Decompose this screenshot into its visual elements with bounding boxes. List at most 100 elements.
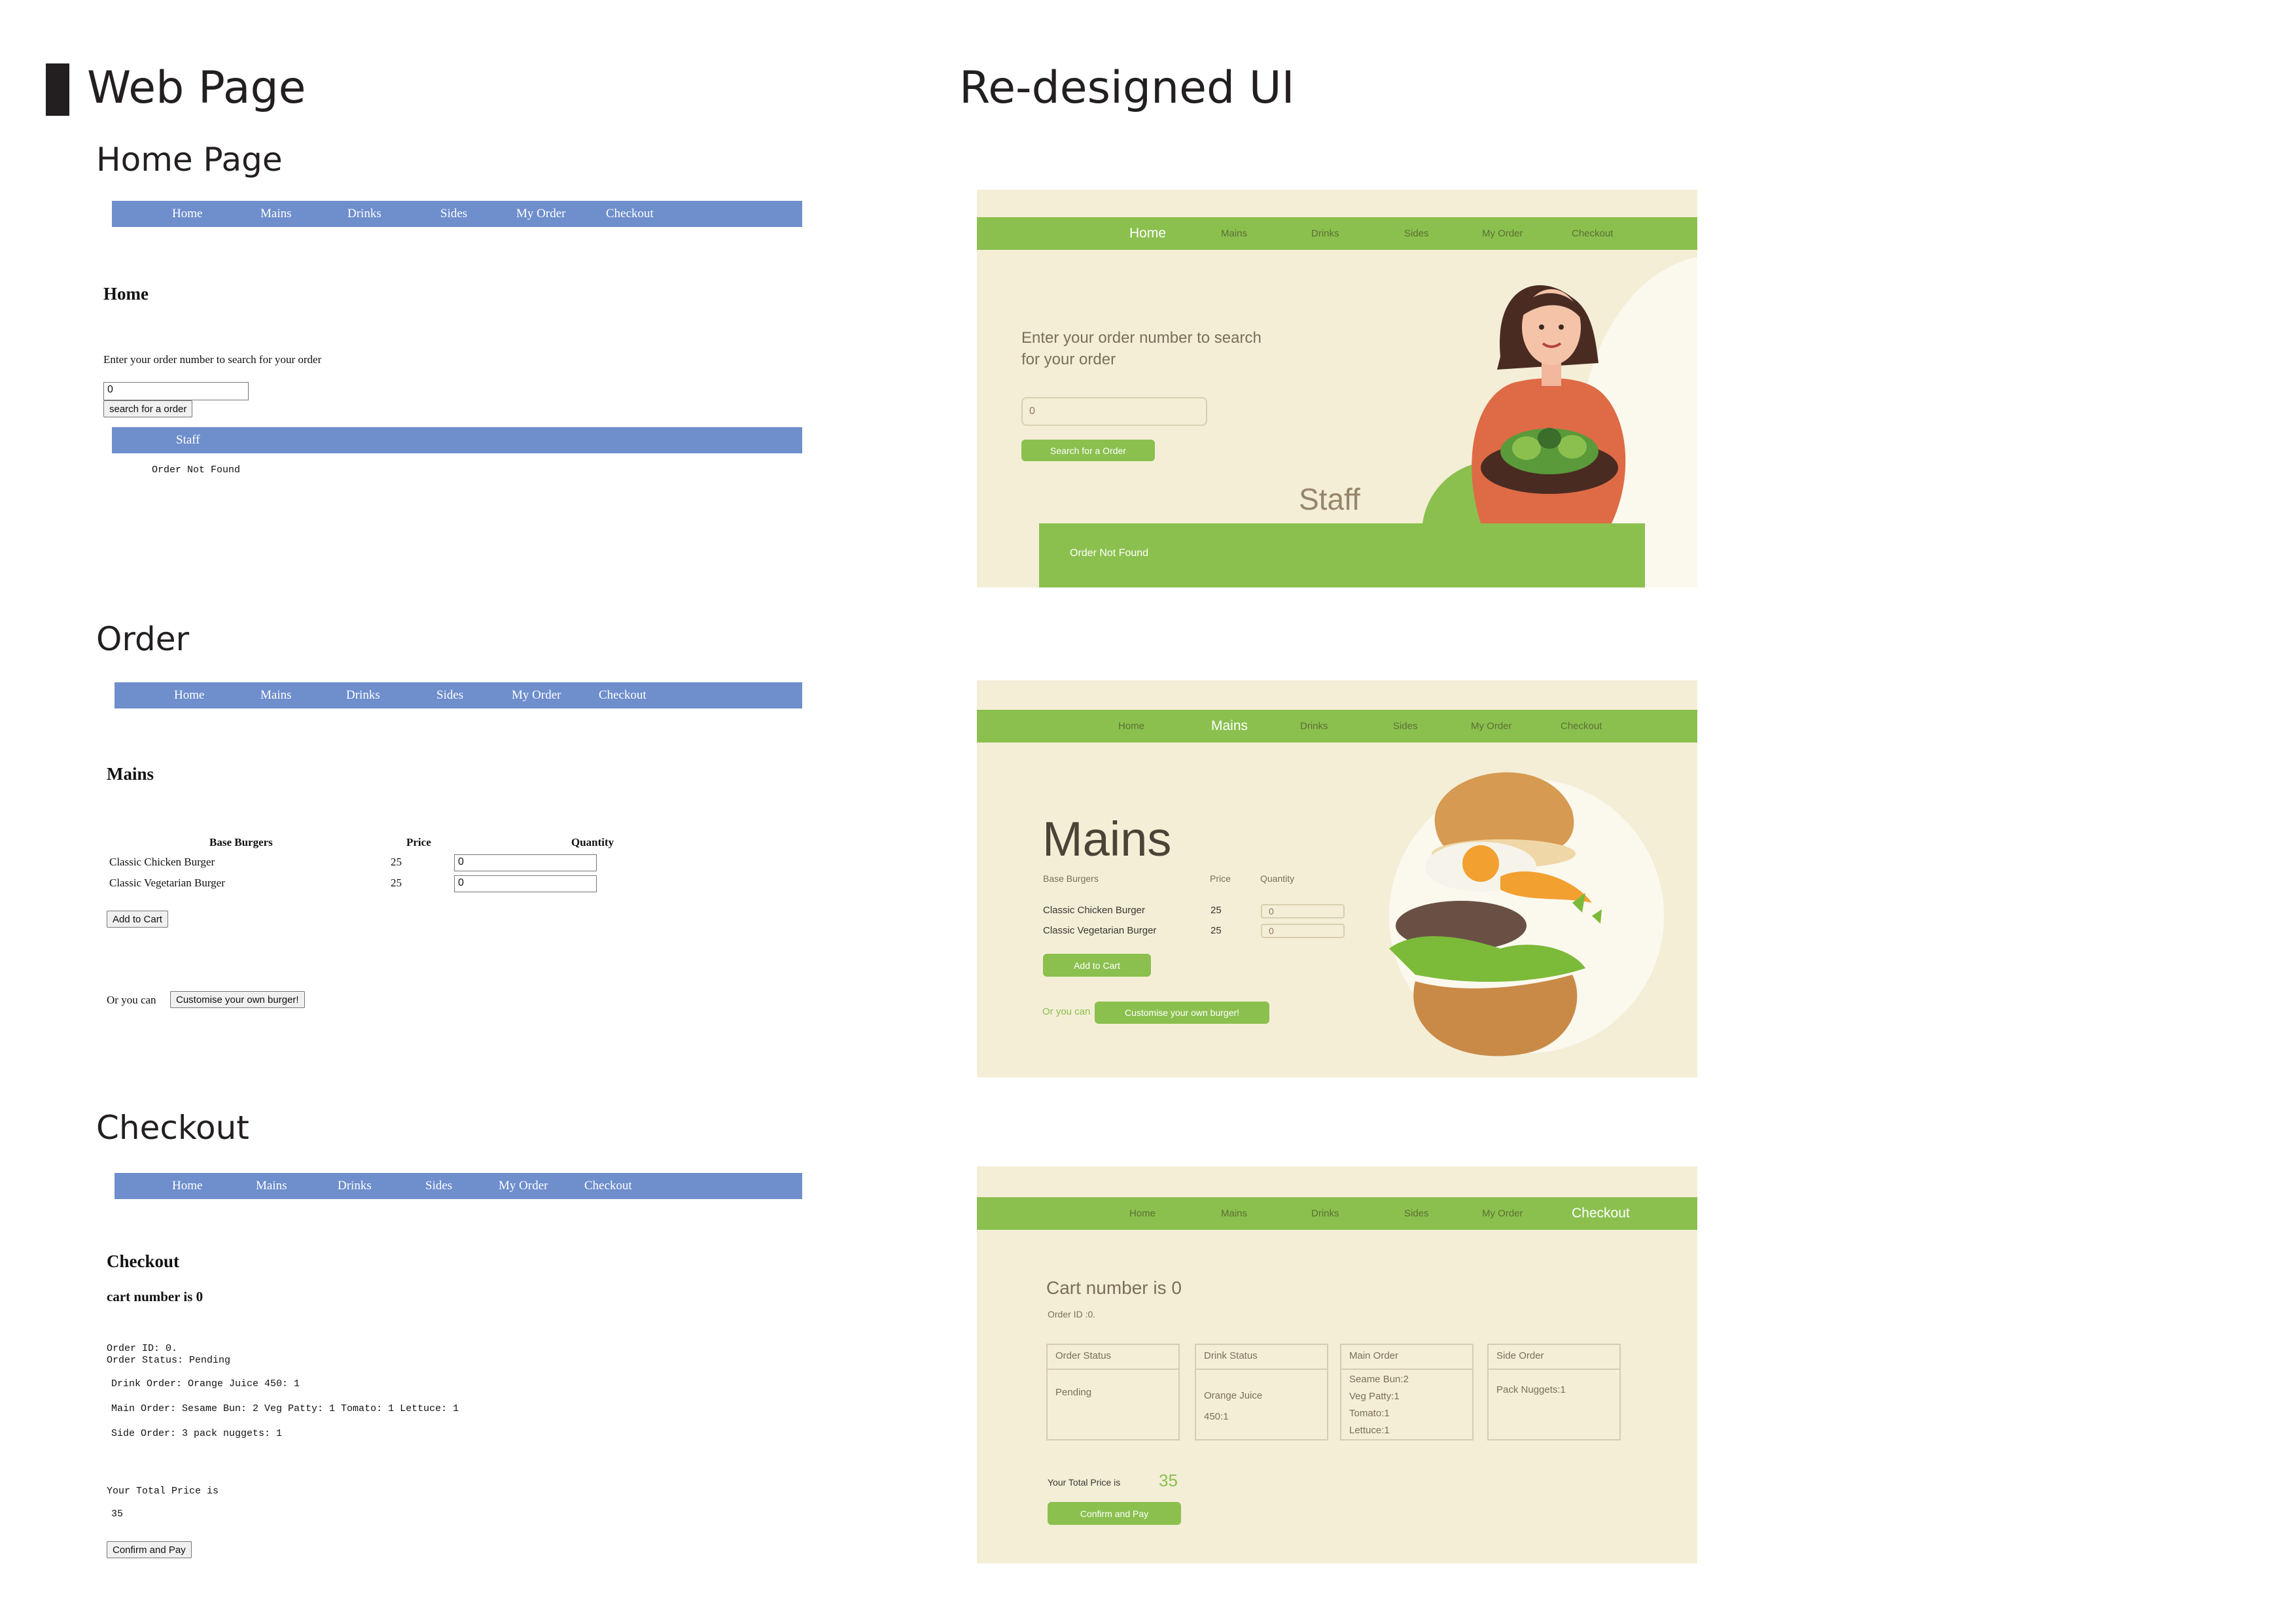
order-heading: Order xyxy=(96,620,190,658)
main-order-card: Main Order Seame Bun:2 Veg Patty:1 Tomat… xyxy=(1340,1344,1474,1440)
nav-my-order[interactable]: My Order xyxy=(1482,228,1523,239)
main-order: Main Order: Sesame Bun: 2 Veg Patty: 1 T… xyxy=(111,1403,459,1414)
search-order-button[interactable]: Search for a Order xyxy=(1021,440,1155,461)
add-to-cart-button[interactable]: Add to Cart xyxy=(1043,954,1151,977)
search-order-button[interactable]: search for a order xyxy=(103,400,193,417)
burger-name: Classic Chicken Burger xyxy=(1043,905,1145,916)
quantity-input[interactable]: 0 xyxy=(454,875,597,892)
nav-sides[interactable]: Sides xyxy=(440,207,467,221)
nav-mains[interactable]: Mains xyxy=(256,1179,287,1193)
nav-checkout[interactable]: Checkout xyxy=(606,207,654,221)
nav-my-order[interactable]: My Order xyxy=(1471,721,1512,732)
quantity-input[interactable]: 0 xyxy=(454,854,597,871)
or-you-can-label: Or you can xyxy=(1042,1006,1091,1017)
card-value: Pending xyxy=(1055,1387,1092,1398)
nav-drinks[interactable]: Drinks xyxy=(347,207,381,221)
result-bar: Order Not Found xyxy=(1039,523,1645,587)
cart-number: cart number is 0 xyxy=(107,1289,203,1304)
burger-illustration xyxy=(1389,772,1602,1056)
card-title: Main Order xyxy=(1341,1345,1472,1370)
search-prompt: Enter your order number to search for yo… xyxy=(1021,329,1262,368)
burger-price: 25 xyxy=(1210,905,1222,916)
card-title: Drink Status xyxy=(1196,1345,1327,1370)
nav-checkout[interactable]: Checkout xyxy=(584,1179,632,1193)
nav-checkout[interactable]: Checkout xyxy=(599,688,646,703)
card-value: Orange Juice 450:1 xyxy=(1204,1390,1263,1422)
order-id: Order ID: 0. xyxy=(107,1343,178,1354)
redesigned-heading: Re-designed UI xyxy=(959,62,1295,114)
nav-mains[interactable]: Mains xyxy=(1211,718,1248,734)
nav-drinks[interactable]: Drinks xyxy=(346,688,380,703)
checkout-heading: Checkout xyxy=(96,1109,249,1147)
nav-my-order[interactable]: My Order xyxy=(499,1179,548,1193)
nav-drinks[interactable]: Drinks xyxy=(1311,1208,1339,1219)
total-value: 35 xyxy=(111,1509,124,1520)
card-title: Order Status xyxy=(1048,1345,1178,1370)
side-order: Side Order: 3 pack nuggets: 1 xyxy=(111,1428,283,1439)
nav-my-order[interactable]: My Order xyxy=(1482,1208,1523,1219)
page-title: Mains xyxy=(107,764,154,784)
nav-drinks[interactable]: Drinks xyxy=(1311,228,1339,239)
cart-number: Cart number is 0 xyxy=(1046,1278,1182,1298)
nav-home[interactable]: Home xyxy=(1129,1208,1156,1219)
new-order-page: Home Mains Drinks Sides My Order Checkou… xyxy=(977,680,1697,1077)
nav-home[interactable]: Home xyxy=(174,688,204,703)
col-header-price: Price xyxy=(406,836,431,848)
order-result: Order Not Found xyxy=(152,464,241,476)
staff-link[interactable]: Staff xyxy=(176,433,200,447)
total-label: Your Total Price is xyxy=(107,1486,219,1497)
nav-checkout[interactable]: Checkout xyxy=(1572,228,1613,239)
burger-name: Classic Chicken Burger xyxy=(109,856,215,868)
nav-mains[interactable]: Mains xyxy=(1221,1208,1247,1219)
home-page-heading: Home Page xyxy=(96,141,283,179)
card-value: Pack Nuggets:1 xyxy=(1496,1384,1566,1395)
nav-sides[interactable]: Sides xyxy=(1404,228,1429,239)
nav-home[interactable]: Home xyxy=(1118,721,1144,732)
nav-sides[interactable]: Sides xyxy=(436,688,463,703)
col-header-quantity: Quantity xyxy=(571,836,614,848)
quantity-input[interactable]: 0 xyxy=(1261,924,1345,938)
total-label: Your Total Price is xyxy=(1048,1477,1121,1488)
side-order-card: Side Order Pack Nuggets:1 xyxy=(1487,1344,1621,1440)
nav-mains[interactable]: Mains xyxy=(260,688,292,703)
nav-drinks[interactable]: Drinks xyxy=(1300,721,1328,732)
page-title: Mains xyxy=(1042,812,1172,866)
nav-drinks[interactable]: Drinks xyxy=(338,1179,372,1193)
nav-my-order[interactable]: My Order xyxy=(516,207,565,221)
drink-status-card: Drink Status Orange Juice 450:1 xyxy=(1195,1344,1328,1440)
nav-home[interactable]: Home xyxy=(1129,226,1166,241)
col-header-price: Price xyxy=(1210,873,1231,884)
new-nav-bar: Home Mains Drinks Sides My Order Checkou… xyxy=(977,217,1697,250)
nav-sides[interactable]: Sides xyxy=(425,1179,452,1193)
add-to-cart-button[interactable]: Add to Cart xyxy=(107,911,168,928)
nav-checkout[interactable]: Checkout xyxy=(1572,1206,1630,1221)
old-nav-bar: Home Mains Drinks Sides My Order Checkou… xyxy=(115,682,802,708)
confirm-pay-button[interactable]: Confirm and Pay xyxy=(1048,1502,1181,1525)
order-status-card: Order Status Pending xyxy=(1046,1344,1180,1440)
nav-home[interactable]: Home xyxy=(172,207,202,221)
total-value: 35 xyxy=(1159,1471,1178,1490)
col-header-burgers: Base Burgers xyxy=(1043,873,1099,884)
customise-burger-button[interactable]: Customise your own burger! xyxy=(170,991,305,1008)
or-you-can-label: Or you can xyxy=(107,994,156,1006)
nav-sides[interactable]: Sides xyxy=(1393,721,1418,732)
nav-home[interactable]: Home xyxy=(172,1179,202,1193)
order-number-input[interactable]: 0 xyxy=(1021,397,1207,426)
quantity-input[interactable]: 0 xyxy=(1261,904,1345,918)
nav-sides[interactable]: Sides xyxy=(1404,1208,1429,1219)
order-number-input[interactable]: 0 xyxy=(103,382,249,400)
old-nav-bar: Home Mains Drinks Sides My Order Checkou… xyxy=(112,201,802,227)
new-checkout-page: Home Mains Drinks Sides My Order Checkou… xyxy=(977,1166,1697,1563)
section-marker xyxy=(46,63,69,116)
nav-mains[interactable]: Mains xyxy=(260,207,292,221)
burger-price: 25 xyxy=(1210,925,1222,936)
nav-mains[interactable]: Mains xyxy=(1221,228,1247,239)
new-nav-bar: Home Mains Drinks Sides My Order Checkou… xyxy=(977,1197,1697,1230)
search-prompt: Enter your order number to search for yo… xyxy=(103,353,322,366)
nav-checkout[interactable]: Checkout xyxy=(1561,721,1602,732)
customise-burger-button[interactable]: Customise your own burger! xyxy=(1095,1002,1269,1024)
nav-my-order[interactable]: My Order xyxy=(512,688,561,703)
staff-label[interactable]: Staff xyxy=(1299,481,1360,517)
page-title: Home xyxy=(103,284,149,304)
confirm-pay-button[interactable]: Confirm and Pay xyxy=(107,1541,192,1558)
